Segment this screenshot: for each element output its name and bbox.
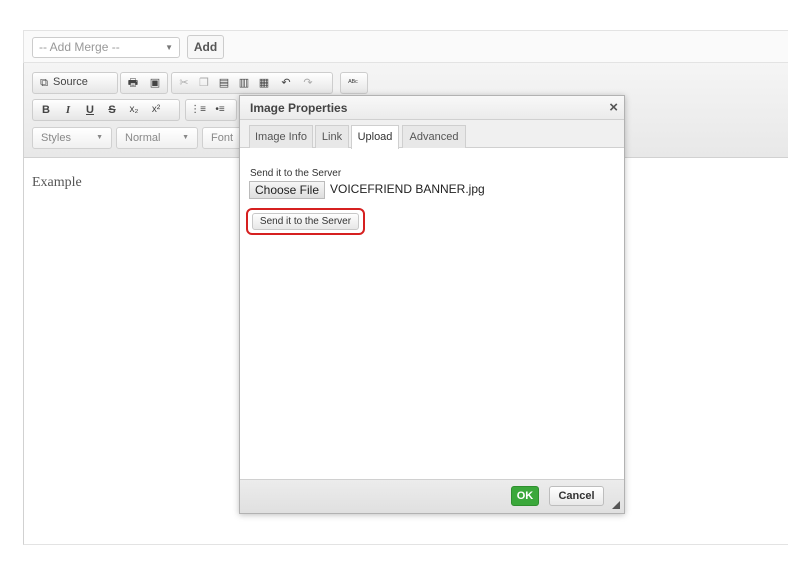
clipboard-group: ✂ ❐ ▤ ▥ ▦ ↶ ↷ [171,72,333,94]
print-icon[interactable]: 🖶 [124,75,142,91]
subscript-icon[interactable]: x₂ [125,102,143,118]
paste-text-icon[interactable]: ▥ [235,75,253,91]
redo-icon[interactable]: ↷ [299,75,317,91]
merge-select[interactable]: -- Add Merge -- ▼ [32,37,180,58]
chevron-down-icon: ▼ [165,43,173,52]
dialog-titlebar[interactable]: Image Properties × [240,96,624,120]
source-button[interactable]: ⧉ Source [32,72,118,94]
source-icon: ⧉ [40,77,48,89]
choose-file-button[interactable]: Choose File [249,181,325,199]
bulleted-list-icon[interactable]: •≡ [211,102,229,118]
italic-button[interactable]: I [59,102,77,118]
underline-button[interactable]: U [81,102,99,118]
dialog-footer: OK Cancel [240,479,624,513]
image-properties-dialog: Image Properties × Image Info Link Uploa… [239,95,625,514]
format-combo[interactable]: Normal ▼ [116,127,198,149]
upload-panel: Send it to the Server Choose File VOICEF… [240,149,624,479]
cut-icon[interactable]: ✂ [175,75,193,91]
print-group: 🖶 ▣ [120,72,168,94]
basic-styles-group: B I U S x₂ x² [32,99,180,121]
font-label: Font [211,132,234,144]
add-merge-button[interactable]: Add [187,35,224,59]
cancel-button[interactable]: Cancel [549,486,604,506]
send-to-server-button[interactable]: Send it to the Server [252,213,359,230]
styles-label: Styles [41,132,71,144]
tab-link[interactable]: Link [315,125,349,148]
chevron-down-icon: ▼ [96,134,103,141]
strikethrough-button[interactable]: S [103,102,121,118]
tab-upload[interactable]: Upload [351,125,399,149]
upload-label: Send it to the Server [250,168,342,179]
dialog-title: Image Properties [250,101,348,115]
superscript-icon[interactable]: x² [147,102,165,118]
spellcheck-icon: ᴬᴮᶜ [348,78,358,87]
styles-combo[interactable]: Styles ▼ [32,127,112,149]
resize-handle-icon[interactable] [612,501,620,509]
undo-icon[interactable]: ↶ [277,75,295,91]
list-group: ⋮≡ •≡ [185,99,237,121]
format-label: Normal [125,132,161,144]
spellcheck-button[interactable]: ᴬᴮᶜ [340,72,368,94]
close-icon[interactable]: × [609,99,618,116]
dialog-tabs: Image Info Link Upload Advanced [240,120,624,149]
editor-content[interactable]: Example [32,175,82,191]
ok-button[interactable]: OK [511,486,539,506]
tab-advanced[interactable]: Advanced [402,125,466,148]
numbered-list-icon[interactable]: ⋮≡ [189,102,207,118]
preview-icon[interactable]: ▣ [146,75,164,91]
highlight-outline: Send it to the Server [246,208,365,235]
chevron-down-icon: ▼ [182,134,189,141]
copy-icon[interactable]: ❐ [195,75,213,91]
bold-button[interactable]: B [37,102,55,118]
paste-icon[interactable]: ▤ [215,75,233,91]
source-label: Source [53,76,88,88]
merge-bar: -- Add Merge -- ▼ Add [23,30,788,63]
selected-file-name: VOICEFRIEND BANNER.jpg [330,182,485,196]
tab-image-info[interactable]: Image Info [249,125,313,148]
merge-select-value: -- Add Merge -- [39,40,120,54]
paste-word-icon[interactable]: ▦ [255,75,273,91]
